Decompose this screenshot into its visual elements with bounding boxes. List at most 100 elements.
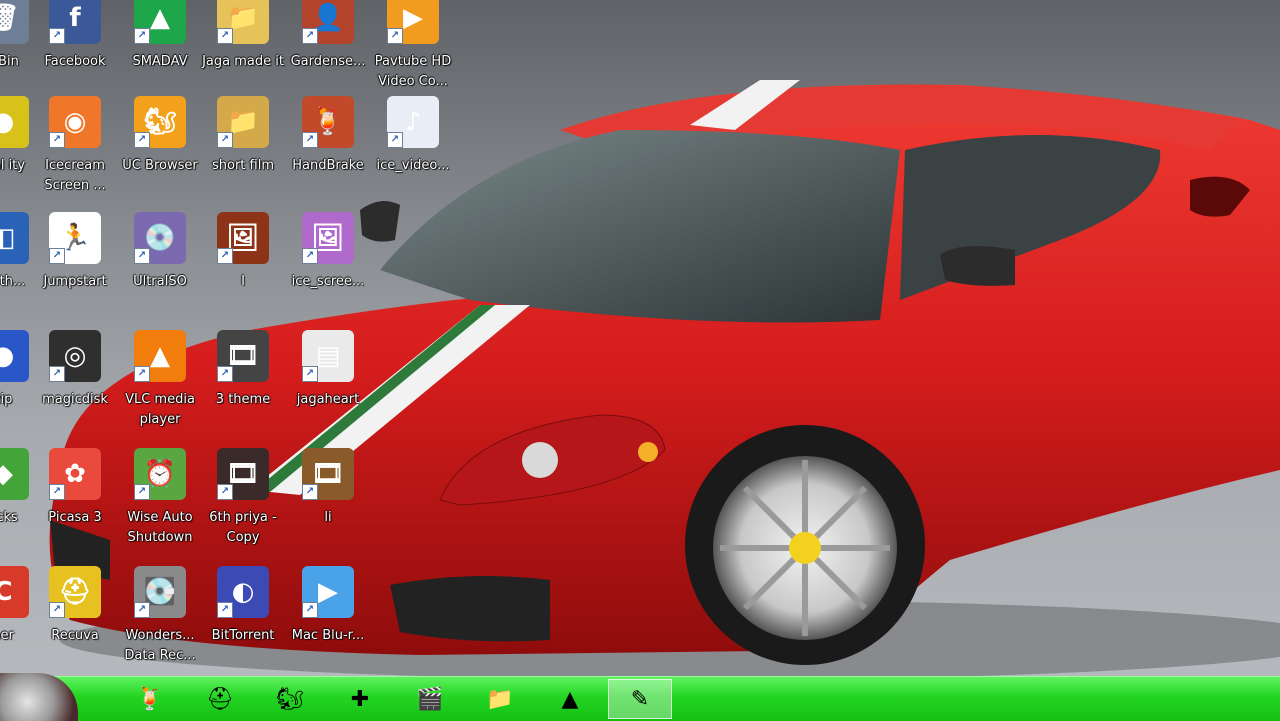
image-file-icon: 🖼 ↗ — [302, 212, 354, 264]
desktop-icon-label: Jaga made it — [202, 54, 284, 69]
shortcut-arrow-icon: ↗ — [49, 132, 65, 148]
desktop-icon[interactable]: 👤 ↗ Gardense... — [285, 0, 371, 92]
document-icon: ▤ ↗ — [302, 330, 354, 382]
desktop-icon[interactable]: 🎞 ↗ li — [285, 448, 371, 548]
desktop-icon[interactable]: 🏃 ↗ Jumpstart — [32, 212, 118, 312]
shortcut-arrow-icon: ↗ — [217, 366, 233, 382]
desktop-icon-label: Jumpstart — [43, 274, 107, 289]
shortcut-arrow-icon: ↗ — [217, 484, 233, 500]
handbrake-taskbar-icon[interactable]: 🍹 — [118, 679, 182, 719]
desktop-icon-label: I — [241, 274, 245, 289]
shortcut-arrow-icon: ↗ — [302, 602, 318, 618]
desktop-icon[interactable]: ◎ ↗ magicdisk — [32, 330, 118, 430]
shortcut-arrow-icon: ↗ — [134, 484, 150, 500]
wondershare-icon: 💽 ↗ — [134, 566, 186, 618]
shortcut-arrow-icon: ↗ — [134, 132, 150, 148]
recuva-icon: ⛑ ↗ — [49, 566, 101, 618]
desktop-icon[interactable]: 🖼 ↗ ice_scree... — [285, 212, 371, 312]
vlc-taskbar-icon[interactable]: ▲ — [538, 679, 602, 719]
desktop-icon[interactable]: 🐿 ↗ UC Browser — [117, 96, 203, 196]
uc-browser-taskbar-icon[interactable]: 🐿 — [258, 679, 322, 719]
shortcut-arrow-icon: ↗ — [387, 28, 403, 44]
magicdisk-icon: ◎ ↗ — [49, 330, 101, 382]
desktop-icon[interactable]: 📁 ↗ short film — [200, 96, 286, 196]
shortcut-arrow-icon: ↗ — [49, 366, 65, 382]
desktop-icon[interactable]: ⏰ ↗ Wise Auto Shutdown — [117, 448, 203, 548]
shortcut-arrow-icon: ↗ — [302, 132, 318, 148]
shortcut-arrow-icon: ↗ — [49, 602, 65, 618]
desktop-icon[interactable]: 💽 ↗ Wonders... Data Rec... — [117, 566, 203, 666]
desktop-icon[interactable]: ▲ ↗ SMADAV — [117, 0, 203, 92]
shortcut-arrow-icon: ↗ — [49, 28, 65, 44]
desktop-icon[interactable]: f ↗ Facebook — [32, 0, 118, 92]
shortcut-arrow-icon: ↗ — [134, 366, 150, 382]
desktop-icon-label: 3 theme — [215, 392, 271, 407]
bittorrent-icon: ◐ ↗ — [217, 566, 269, 618]
desktop-icon[interactable]: ✿ ↗ Picasa 3 — [32, 448, 118, 548]
picasa-icon: ✿ ↗ — [49, 448, 101, 500]
desktop-icon-label: UltraISO — [133, 274, 187, 289]
add-app-taskbar-icon[interactable]: ✚ — [328, 679, 392, 719]
desktop-icon-label: Picasa 3 — [48, 510, 102, 525]
desktop-icon[interactable]: ▶ ↗ Mac Blu-r... — [285, 566, 371, 666]
desktop-icon[interactable]: ♪ ↗ ice_video... — [370, 96, 456, 196]
vlc-icon: ▲ ↗ — [134, 330, 186, 382]
wise-auto-shutdown-icon: ⏰ ↗ — [134, 448, 186, 500]
shortcut-arrow-icon: ↗ — [134, 248, 150, 264]
shortcut-arrow-icon: ↗ — [49, 484, 65, 500]
smadav-icon: ▲ ↗ — [134, 0, 186, 44]
shortcut-arrow-icon: ↗ — [302, 484, 318, 500]
mac-bluray-icon: ▶ ↗ — [302, 566, 354, 618]
app-icon: ◧↗ — [0, 212, 29, 264]
shortcut-arrow-icon: ↗ — [217, 132, 233, 148]
recuva-taskbar-icon[interactable]: ⛑ — [188, 679, 252, 719]
desktop-icon-label: 6th priya - Copy — [209, 510, 277, 545]
shortcut-arrow-icon: ↗ — [302, 366, 318, 382]
video-file-icon: 🎞 ↗ — [217, 330, 269, 382]
desktop-icon[interactable]: ◉ ↗ Icecream Screen ... — [32, 96, 118, 196]
taskbar: 🍹 ⛑ 🐿 ✚ 🎬 📁 ▲ ✎ — [0, 673, 1280, 721]
desktop-icon-label: Mac Blu-r... — [291, 628, 365, 643]
desktop-icon[interactable]: ◐ ↗ BitTorrent — [200, 566, 286, 666]
desktop-icon[interactable]: 🎞 ↗ 6th priya - Copy — [200, 448, 286, 548]
desktop-icon-label: Pavtube HD Video Co... — [374, 54, 452, 89]
paint-taskbar-icon[interactable]: ✎ — [608, 679, 672, 719]
file-explorer-taskbar-icon[interactable]: 📁 — [468, 679, 532, 719]
desktop-icon[interactable]: ▶ ↗ Pavtube HD Video Co... — [370, 0, 456, 92]
shortcut-arrow-icon: ↗ — [387, 132, 403, 148]
shortcut-arrow-icon: ↗ — [302, 28, 318, 44]
desktop-icon-label: Wonders... Data Rec... — [124, 628, 196, 663]
desktop-icon[interactable]: 🎞 ↗ 3 theme — [200, 330, 286, 430]
desktop-icon-label: Facebook — [44, 54, 106, 69]
desktop-icon[interactable]: ▲ ↗ VLC media player — [117, 330, 203, 430]
shortcut-arrow-icon: ↗ — [49, 248, 65, 264]
desktop-icon-label: VLC media player — [125, 392, 195, 427]
folder-icon: 📁 ↗ — [217, 96, 269, 148]
desktop-icon[interactable]: 📁 ↗ Jaga made it — [200, 0, 286, 92]
desktop-icon[interactable]: 🖼 ↗ I — [200, 212, 286, 312]
uc-browser-icon: 🐿 ↗ — [134, 96, 186, 148]
icecream-screen-recorder-icon: ◉ ↗ — [49, 96, 101, 148]
start-button[interactable] — [0, 673, 78, 721]
desktop-icon-label: jagaheart — [296, 392, 360, 407]
desktop-icon-label: Icecream Screen ... — [44, 158, 106, 193]
app-icon: ●↗ — [0, 96, 29, 148]
video-file-icon: 🎞 ↗ — [302, 448, 354, 500]
desktop-icon-label: HandBrake — [292, 158, 364, 173]
desktop-icon-label: Wise Auto Shutdown — [127, 510, 193, 545]
gardenscapes-icon: 👤 ↗ — [302, 0, 354, 44]
desktop-icon-label: Recuva — [51, 628, 99, 643]
app-icon: C↗ — [0, 566, 29, 618]
desktop-icon[interactable]: ⛑ ↗ Recuva — [32, 566, 118, 666]
desktop-icon[interactable]: 🍹 ↗ HandBrake — [285, 96, 371, 196]
ultraiso-icon: 💿 ↗ — [134, 212, 186, 264]
video-editor-taskbar-icon[interactable]: 🎬 — [398, 679, 462, 719]
shortcut-arrow-icon: ↗ — [134, 602, 150, 618]
shortcut-arrow-icon: ↗ — [302, 248, 318, 264]
desktop-icon-label: UC Browser — [122, 158, 198, 173]
desktop-icon-label: Gardense... — [290, 54, 366, 69]
desktop-icon-label: ice_video... — [376, 158, 450, 173]
desktop-icon[interactable]: ▤ ↗ jagaheart — [285, 330, 371, 430]
desktop-icon-label: ice_scree... — [291, 274, 365, 289]
desktop-icon[interactable]: 💿 ↗ UltraISO — [117, 212, 203, 312]
